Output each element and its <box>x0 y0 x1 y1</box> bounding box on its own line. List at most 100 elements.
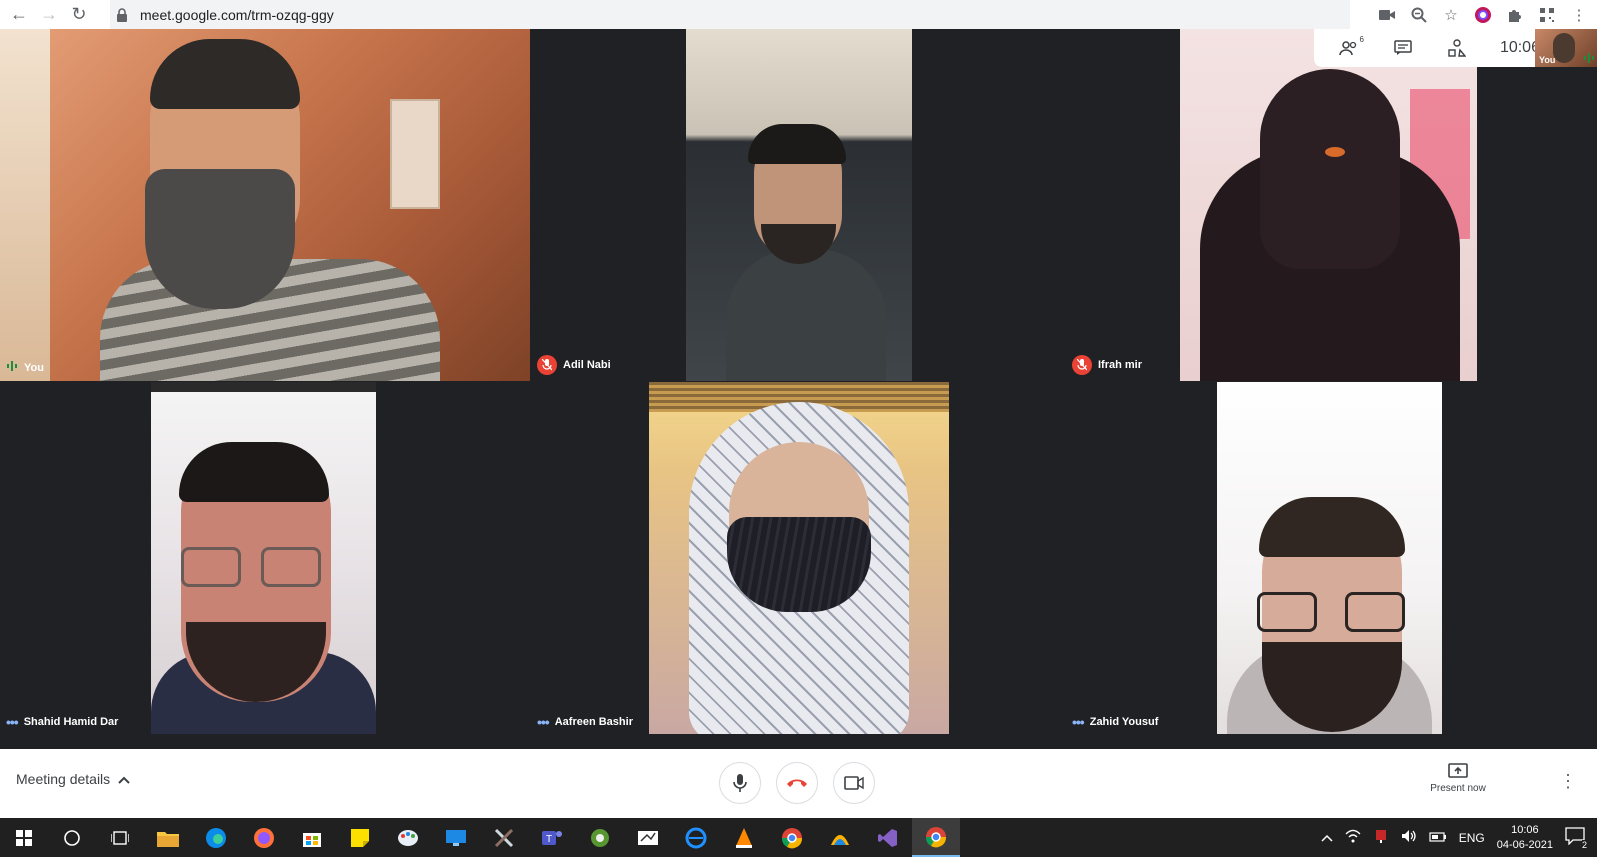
teams-icon[interactable]: T <box>528 818 576 857</box>
taskbar-date: 04-06-2021 <box>1496 838 1553 851</box>
self-view-thumbnail[interactable]: You <box>1535 29 1597 67</box>
speaking-indicator-icon <box>6 360 18 375</box>
battery-icon[interactable] <box>1429 831 1447 845</box>
lock-icon <box>116 7 130 22</box>
tile-label: ••• Zahid Yousuf <box>1072 715 1159 729</box>
puzzle-extensions-icon[interactable] <box>1505 5 1525 25</box>
reload-icon[interactable]: ↻ <box>66 2 92 28</box>
svg-text:T: T <box>546 834 552 845</box>
chat-icon[interactable] <box>1392 37 1414 59</box>
tile-label: ••• Shahid Hamid Dar <box>6 715 119 729</box>
participant-name: Adil Nabi <box>563 359 611 371</box>
zoom-icon[interactable] <box>1409 5 1429 25</box>
microphone-icon <box>733 774 747 792</box>
participant-tile[interactable]: ••• Aafreen Bashir <box>531 382 1065 734</box>
chevron-up-icon[interactable] <box>1321 831 1333 845</box>
tile-label: You <box>6 360 44 375</box>
file-explorer-icon[interactable] <box>144 818 192 857</box>
participant-video <box>151 382 376 734</box>
tile-label: ••• Aafreen Bashir <box>537 715 633 729</box>
participants-icon[interactable]: 6 <box>1338 35 1364 59</box>
volume-icon[interactable] <box>1401 829 1417 846</box>
video-camera-icon <box>844 776 864 790</box>
bookmark-star-icon[interactable]: ☆ <box>1441 5 1461 25</box>
more-options-dots-icon[interactable]: ••• <box>6 715 19 729</box>
firefox-icon[interactable] <box>240 818 288 857</box>
chrome-active-icon[interactable] <box>912 818 960 857</box>
tile-label: Ifrah mir <box>1072 355 1142 375</box>
back-arrow-icon[interactable]: ← <box>6 2 32 28</box>
participant-video <box>686 29 912 381</box>
system-tray: ENG 10:06 04-06-2021 2 <box>1321 818 1597 857</box>
network-alert-icon[interactable] <box>1373 828 1389 847</box>
qgis-icon[interactable] <box>576 818 624 857</box>
participant-tile[interactable]: ••• Zahid Yousuf <box>1066 382 1597 734</box>
meeting-control-bar: Meeting details Present now ⋮ <box>0 749 1597 818</box>
address-bar[interactable]: meet.google.com/trm-ozqg-ggy <box>110 0 1350 29</box>
participant-video <box>649 382 949 734</box>
meeting-clock: 10:06 <box>1499 39 1540 56</box>
present-now-label: Present now <box>1430 783 1486 794</box>
windows-taskbar: T ENG 10:06 04-06-2021 2 <box>0 818 1597 857</box>
speaking-indicator-icon <box>1584 51 1594 67</box>
participant-name: Shahid Hamid Dar <box>23 716 119 728</box>
participant-tile[interactable]: Adil Nabi <box>531 29 1065 381</box>
present-screen-icon <box>1448 763 1468 778</box>
participants-count: 6 <box>1359 35 1364 44</box>
edge-browser-icon[interactable] <box>192 818 240 857</box>
self-view-label: You <box>1539 55 1556 65</box>
participant-name: Ifrah mir <box>1098 359 1143 371</box>
forward-arrow-icon[interactable]: → <box>36 2 62 28</box>
participant-tile[interactable]: Ifrah mir <box>1066 29 1597 381</box>
participant-name: Zahid Yousuf <box>1089 716 1159 728</box>
internet-explorer-icon[interactable] <box>672 818 720 857</box>
mic-muted-icon <box>1072 355 1092 375</box>
visual-studio-icon[interactable] <box>864 818 912 857</box>
camera-button[interactable] <box>833 762 875 804</box>
taskbar-clock[interactable]: 10:06 04-06-2021 <box>1497 823 1553 853</box>
browser-menu-icon[interactable]: ⋮ <box>1569 5 1589 25</box>
activities-icon[interactable] <box>1446 37 1468 59</box>
video-grid: You Adil Nabi Ifrah mir ••• Shahid Hamid… <box>0 29 1597 749</box>
vlc-icon[interactable] <box>720 818 768 857</box>
participant-name: You <box>24 361 44 374</box>
more-options-dots-icon[interactable]: ••• <box>537 715 550 729</box>
participant-tile[interactable]: You <box>0 29 530 381</box>
leave-call-button[interactable] <box>776 762 818 804</box>
task-view-icon[interactable] <box>96 818 144 857</box>
wifi-icon[interactable] <box>1345 829 1361 846</box>
hang-up-icon <box>787 779 807 787</box>
browser-toolbar: ← → ↻ meet.google.com/trm-ozqg-ggy ☆ ⋮ <box>0 0 1597 29</box>
search-icon[interactable] <box>48 818 96 857</box>
tile-label: Adil Nabi <box>537 355 611 375</box>
participant-tile[interactable]: ••• Shahid Hamid Dar <box>0 382 530 734</box>
notification-count: 2 <box>1581 840 1587 850</box>
meeting-details-button[interactable]: Meeting details <box>16 771 130 787</box>
participant-name: Aafreen Bashir <box>554 716 633 728</box>
meeting-info-panel: 6 10:06 <box>1314 29 1564 67</box>
present-now-button[interactable]: Present now <box>1425 763 1491 794</box>
windows-start-icon[interactable] <box>0 818 48 857</box>
taskbar-time: 10:06 <box>1511 823 1539 836</box>
tools-icon[interactable] <box>480 818 528 857</box>
remote-desktop-icon[interactable] <box>432 818 480 857</box>
participant-video <box>0 29 530 381</box>
microphone-button[interactable] <box>719 762 761 804</box>
meeting-details-label: Meeting details <box>16 771 111 787</box>
participant-video <box>1180 29 1477 381</box>
cloud-app-icon[interactable] <box>816 818 864 857</box>
mic-muted-icon <box>537 355 557 375</box>
qr-icon[interactable] <box>1537 5 1557 25</box>
snip-sketch-icon[interactable] <box>624 818 672 857</box>
language-indicator[interactable]: ENG <box>1459 831 1485 845</box>
more-options-dots-icon[interactable]: ••• <box>1072 715 1085 729</box>
camera-in-use-icon[interactable] <box>1377 5 1397 25</box>
store-icon[interactable] <box>288 818 336 857</box>
more-options-icon[interactable]: ⋮ <box>1559 771 1577 792</box>
notification-center-icon[interactable]: 2 <box>1565 827 1587 850</box>
chrome-icon[interactable] <box>768 818 816 857</box>
paint-icon[interactable] <box>384 818 432 857</box>
sticky-notes-icon[interactable] <box>336 818 384 857</box>
extension-icon[interactable] <box>1473 5 1493 25</box>
url-text: meet.google.com/trm-ozqg-ggy <box>140 6 334 23</box>
